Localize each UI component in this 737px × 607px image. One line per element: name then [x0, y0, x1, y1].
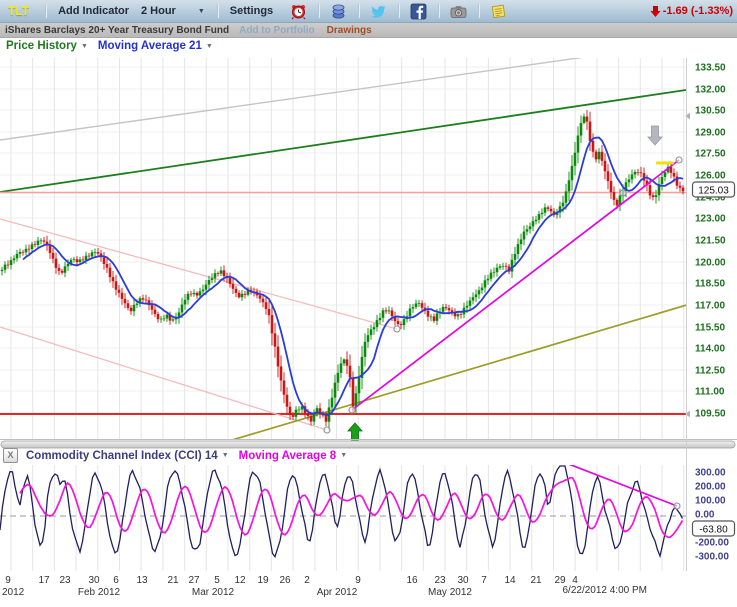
svg-text:30: 30 — [457, 575, 469, 586]
chevron-down-icon[interactable]: ▼ — [222, 452, 229, 459]
toolbar-divider — [217, 4, 218, 18]
svg-text:12: 12 — [234, 575, 246, 586]
toolbar-divider — [318, 4, 319, 18]
chart-h-scrollbar[interactable] — [1, 441, 735, 448]
svg-text:19: 19 — [257, 575, 269, 586]
svg-text:5: 5 — [214, 575, 220, 586]
change-text: -1.69 (-1.33%) — [663, 5, 733, 17]
timeframe-select[interactable]: 2 Hour ▼ — [135, 5, 211, 17]
svg-text:7: 7 — [481, 575, 487, 586]
cci-panel-header: X Commodity Channel Index (CCI) 14 ▼ Mov… — [3, 448, 347, 463]
last-cci-value: -63.80 — [699, 525, 728, 536]
subheader: iShares Barclays 20+ Year Treasury Bond … — [0, 23, 737, 38]
toolbar-divider — [398, 4, 399, 18]
svg-text:23: 23 — [59, 575, 71, 586]
toolbar-divider — [478, 4, 479, 18]
cci-series — [0, 463, 686, 557]
svg-text:114.00: 114.00 — [695, 344, 725, 355]
svg-text:120.00: 120.00 — [695, 258, 726, 269]
camera-icon[interactable] — [450, 3, 467, 20]
price-panel-header: Price History ▼ Moving Average 21 ▼ — [6, 40, 213, 52]
svg-text:121.50: 121.50 — [695, 236, 726, 247]
coins-icon[interactable] — [330, 3, 347, 20]
svg-text:17: 17 — [38, 575, 50, 586]
timestamp-label: 6/22/2012 4:00 PM — [562, 585, 647, 596]
svg-text:112.50: 112.50 — [695, 366, 725, 377]
svg-text:130.50: 130.50 — [695, 106, 726, 117]
toolbar-divider — [45, 4, 46, 18]
toolbar-divider — [438, 4, 439, 18]
chart-canvas[interactable]: 133.50132.00130.50129.00127.50126.00124.… — [0, 38, 737, 602]
svg-text:200.00: 200.00 — [695, 482, 726, 493]
svg-text:9: 9 — [5, 575, 11, 586]
chevron-down-icon[interactable]: ▼ — [81, 43, 88, 50]
candlestick-series — [1, 110, 685, 430]
svg-text:21: 21 — [530, 575, 542, 586]
down-arrow-icon — [650, 5, 661, 18]
svg-text:Feb 2012: Feb 2012 — [78, 587, 121, 598]
svg-text:21: 21 — [167, 575, 179, 586]
svg-text:14: 14 — [504, 575, 516, 586]
fund-name: iShares Barclays 20+ Year Treasury Bond … — [5, 25, 229, 36]
svg-text:129.00: 129.00 — [695, 128, 726, 139]
price-history-menu[interactable]: Price History — [6, 40, 77, 52]
svg-text:111.00: 111.00 — [695, 387, 725, 398]
chevron-down-icon: ▼ — [198, 8, 205, 15]
down-arrow-annotation — [648, 126, 662, 145]
toolbar-icons — [285, 3, 512, 20]
svg-text:132.00: 132.00 — [695, 85, 726, 96]
facebook-icon[interactable] — [410, 3, 427, 20]
add-to-portfolio-link[interactable]: Add to Portfolio — [239, 25, 315, 36]
svg-text:2012: 2012 — [2, 587, 25, 598]
trendlines[interactable] — [0, 57, 690, 443]
close-indicator-button[interactable]: X — [3, 448, 18, 463]
svg-text:May 2012: May 2012 — [428, 587, 472, 598]
svg-text:9: 9 — [355, 575, 361, 586]
svg-text:127.50: 127.50 — [695, 149, 726, 160]
drawings-menu[interactable]: Drawings — [327, 25, 372, 36]
svg-text:23: 23 — [434, 575, 446, 586]
toolbar: TLT Add Indicator 2 Hour▼ Settings -1.69 — [0, 0, 737, 23]
svg-text:30: 30 — [88, 575, 100, 586]
chart-area: 133.50132.00130.50129.00127.50126.00124.… — [0, 38, 737, 602]
svg-text:-300.00: -300.00 — [695, 552, 729, 563]
timeframe-value: 2 Hour — [141, 5, 176, 17]
cci-line — [0, 466, 683, 557]
svg-text:13: 13 — [136, 575, 148, 586]
svg-text:117.00: 117.00 — [695, 301, 725, 312]
svg-text:-200.00: -200.00 — [695, 538, 729, 549]
svg-text:109.50: 109.50 — [695, 409, 726, 420]
notes-icon[interactable] — [490, 3, 507, 20]
axis-labels: 133.50132.00130.50129.00127.50126.00124.… — [2, 63, 729, 599]
svg-text:300.00: 300.00 — [695, 468, 726, 479]
quote-change: -1.69 (-1.33%) — [650, 5, 733, 18]
svg-text:115.50: 115.50 — [695, 323, 725, 334]
svg-text:133.50: 133.50 — [695, 63, 726, 74]
svg-text:26: 26 — [279, 575, 291, 586]
settings-button[interactable]: Settings — [224, 5, 279, 17]
svg-text:Mar 2012: Mar 2012 — [192, 587, 235, 598]
svg-text:118.50: 118.50 — [695, 279, 725, 290]
svg-text:100.00: 100.00 — [695, 496, 726, 507]
up-arrow-annotation — [348, 423, 362, 440]
svg-text:2: 2 — [304, 575, 310, 586]
svg-text:Apr 2012: Apr 2012 — [317, 587, 358, 598]
svg-text:0.00: 0.00 — [695, 510, 715, 521]
chevron-down-icon[interactable]: ▼ — [340, 452, 347, 459]
svg-text:123.00: 123.00 — [695, 214, 726, 225]
twitter-icon[interactable] — [370, 3, 387, 20]
last-price-value: 125.03 — [698, 186, 729, 197]
ma8-menu[interactable]: Moving Average 8 — [239, 450, 337, 462]
svg-text:16: 16 — [406, 575, 418, 586]
ma21-menu[interactable]: Moving Average 21 — [98, 40, 202, 52]
svg-text:27: 27 — [188, 575, 200, 586]
chevron-down-icon[interactable]: ▼ — [206, 43, 213, 50]
alarm-clock-icon[interactable] — [290, 3, 307, 20]
svg-text:126.00: 126.00 — [695, 171, 726, 182]
symbol-label[interactable]: TLT — [8, 4, 29, 18]
add-indicator-button[interactable]: Add Indicator — [52, 5, 135, 17]
cci-menu[interactable]: Commodity Channel Index (CCI) 14 — [26, 450, 218, 462]
toolbar-divider — [358, 4, 359, 18]
svg-text:6: 6 — [113, 575, 119, 586]
